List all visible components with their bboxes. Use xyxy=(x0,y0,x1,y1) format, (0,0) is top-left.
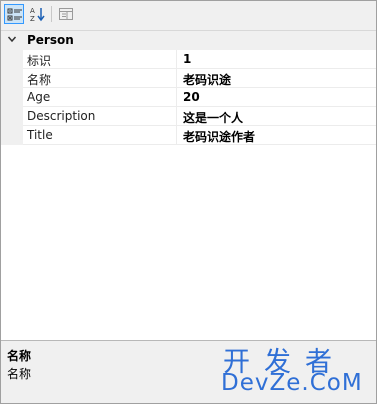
property-value-cell[interactable]: 20 xyxy=(177,88,376,107)
row-gutter xyxy=(1,107,23,126)
property-row[interactable]: Description 这是一个人 xyxy=(1,107,376,126)
category-label: Person xyxy=(27,33,74,47)
property-value-cell[interactable]: 1 xyxy=(177,50,376,69)
property-name: Title xyxy=(27,128,53,142)
property-name: 名称 xyxy=(27,73,52,87)
toolbar-separator xyxy=(51,6,52,22)
property-pages-button[interactable] xyxy=(56,4,76,24)
watermark-logo: 开发者 DevZe.CoM xyxy=(219,340,369,400)
property-value-cell[interactable]: 老码识途 xyxy=(177,69,376,88)
property-row[interactable]: 标识 1 xyxy=(1,50,376,69)
property-value: 老码识途 xyxy=(183,73,232,87)
property-value-cell[interactable]: 这是一个人 xyxy=(177,107,376,126)
svg-text:A: A xyxy=(30,7,35,15)
categorized-view-icon xyxy=(7,8,22,21)
svg-text:Z: Z xyxy=(30,15,35,22)
watermark-en: DevZe.CoM xyxy=(221,370,363,396)
property-grid: Person 标识 1 名称 老码识途 Age 20 Description 这… xyxy=(1,30,376,341)
property-pages-icon xyxy=(59,8,73,20)
property-row[interactable]: Title 老码识途作者 xyxy=(1,126,376,145)
property-name: 标识 xyxy=(27,54,52,68)
property-value: 老码识途作者 xyxy=(183,130,256,144)
collapse-chevron-icon[interactable] xyxy=(7,34,17,44)
property-name: Description xyxy=(27,109,96,123)
property-name-cell[interactable]: Age xyxy=(23,88,177,107)
property-value-cell[interactable]: 老码识途作者 xyxy=(177,126,376,145)
property-name-cell[interactable]: 名称 xyxy=(23,69,177,88)
row-gutter xyxy=(1,69,23,88)
property-value: 20 xyxy=(183,90,200,104)
row-gutter xyxy=(1,50,23,69)
category-row[interactable]: Person xyxy=(1,31,376,50)
description-title: 名称 xyxy=(7,349,32,363)
property-row[interactable]: 名称 老码识途 xyxy=(1,69,376,88)
categorized-view-button[interactable] xyxy=(4,4,24,24)
alphabetical-sort-button[interactable]: A Z xyxy=(27,4,47,24)
property-row[interactable]: Age 20 xyxy=(1,88,376,107)
row-gutter xyxy=(1,126,23,145)
property-value: 这是一个人 xyxy=(183,111,244,125)
property-name-cell[interactable]: Title xyxy=(23,126,177,145)
property-grid-window: A Z Person 标识 1 名称 老码识途 Age 20 Descripti… xyxy=(0,0,377,404)
alphabetical-sort-icon: A Z xyxy=(30,7,45,22)
description-text: 名称 xyxy=(7,367,32,381)
row-gutter xyxy=(1,88,23,107)
property-name-cell[interactable]: Description xyxy=(23,107,177,126)
property-value: 1 xyxy=(183,52,192,66)
property-name-cell[interactable]: 标识 xyxy=(23,50,177,69)
property-name: Age xyxy=(27,90,51,104)
toolbar: A Z xyxy=(1,1,376,29)
